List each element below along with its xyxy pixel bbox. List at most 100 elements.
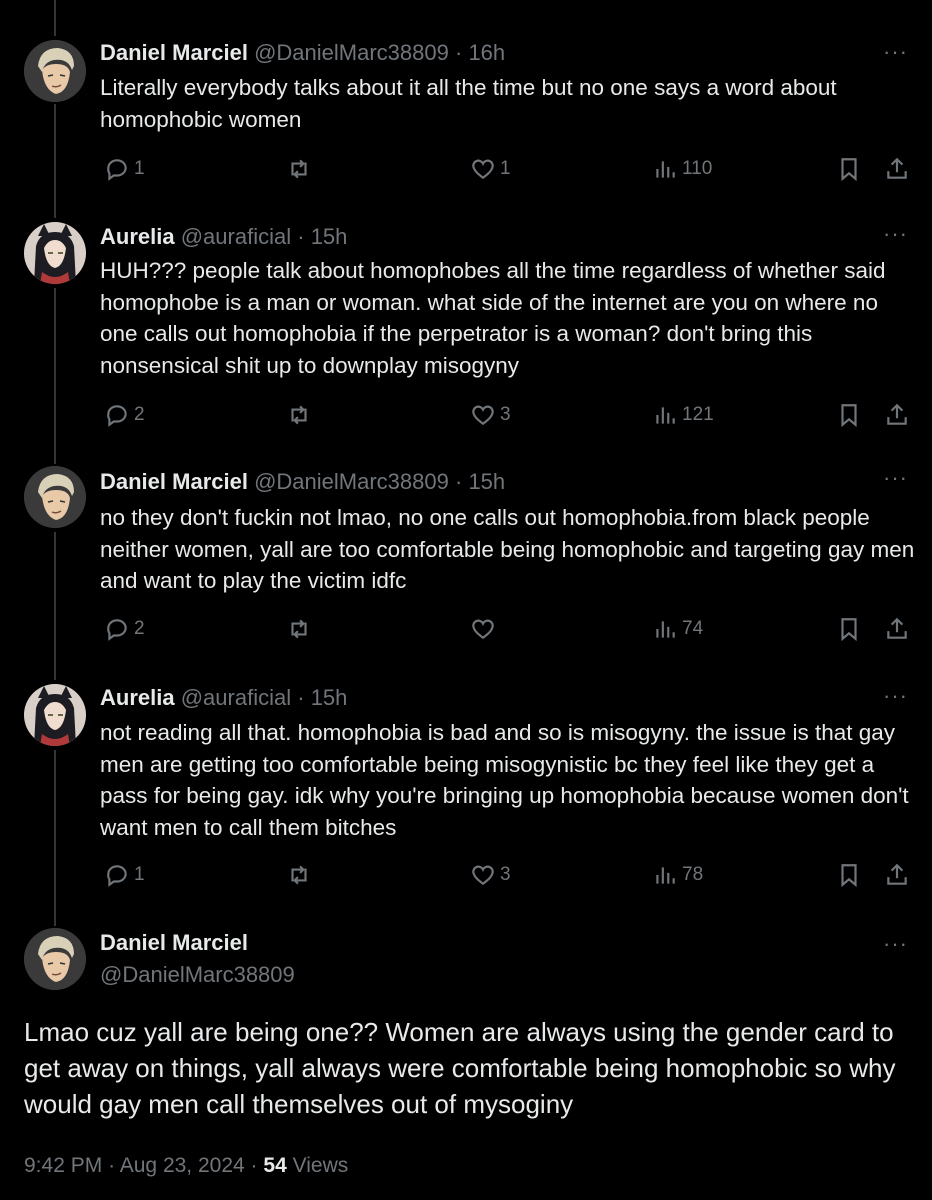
tweet-text: Lmao cuz yall are being one?? Women are … <box>24 1017 896 1119</box>
share-icon <box>887 157 907 179</box>
like-button[interactable]: 3 <box>470 402 511 428</box>
views-icon <box>656 867 675 884</box>
share-button[interactable] <box>884 616 910 642</box>
reply-button[interactable]: 2 <box>104 402 145 428</box>
like-icon <box>472 405 494 425</box>
views-button[interactable]: 74 <box>652 616 703 642</box>
separator: · <box>297 224 305 249</box>
more-icon[interactable]: ··· <box>883 933 908 955</box>
reply-count: 2 <box>134 404 145 425</box>
avatar[interactable] <box>24 684 86 746</box>
timestamp[interactable]: 15h <box>468 469 505 494</box>
tweet-header: Aurelia @auraficial · 15h <box>100 223 347 251</box>
author-name[interactable]: Aurelia <box>100 224 175 249</box>
views-count: 78 <box>682 864 704 885</box>
like-button[interactable]: 1 <box>470 156 511 182</box>
views-button[interactable]: 110 <box>652 156 712 182</box>
thread-line-4 <box>54 750 56 926</box>
timestamp[interactable]: 15h <box>311 224 348 249</box>
bookmark-button[interactable] <box>836 616 862 642</box>
separator: · <box>454 469 463 494</box>
share-button[interactable] <box>884 156 910 182</box>
timestamp[interactable]: 16h <box>468 40 505 65</box>
author-handle[interactable]: @auraficial <box>181 685 291 710</box>
avatar[interactable] <box>24 466 86 528</box>
reply-icon <box>107 405 127 427</box>
bookmark-button[interactable] <box>836 862 862 888</box>
like-count: 3 <box>500 864 511 885</box>
tweet-text: not reading all that. homophobia is bad … <box>100 720 909 840</box>
author-name[interactable]: Aurelia <box>100 685 175 710</box>
views-icon <box>656 621 675 638</box>
reply-count: 1 <box>134 864 145 885</box>
more-icon[interactable]: ··· <box>883 467 908 489</box>
conversation-thread: Daniel Marciel @DanielMarc38809 · 16h ··… <box>0 0 932 1200</box>
like-button[interactable] <box>470 616 500 642</box>
separator: · <box>108 1154 116 1177</box>
share-button[interactable] <box>884 402 910 428</box>
like-button[interactable]: 3 <box>470 862 511 888</box>
share-icon <box>887 617 907 639</box>
views-count: 110 <box>682 158 713 179</box>
reply-button[interactable]: 1 <box>104 862 145 888</box>
retweet-icon <box>291 159 307 179</box>
views-icon <box>656 161 675 178</box>
author-handle[interactable]: @DanielMarc38809 <box>100 962 295 988</box>
author-handle[interactable]: @DanielMarc38809 <box>254 469 449 494</box>
reply-icon <box>107 619 127 641</box>
avatar[interactable] <box>24 40 86 102</box>
author-name[interactable]: Daniel Marciel <box>100 40 248 65</box>
share-button[interactable] <box>884 862 910 888</box>
views-icon <box>656 407 675 424</box>
reply-button[interactable]: 2 <box>104 616 145 642</box>
author-handle[interactable]: @DanielMarc38809 <box>254 40 449 65</box>
bookmark-button[interactable] <box>836 156 862 182</box>
thread-line-top <box>54 0 56 36</box>
tweet-header: Daniel Marciel @DanielMarc38809 · 16h <box>100 39 505 67</box>
like-count: 3 <box>500 404 511 425</box>
views-count: 54 <box>263 1154 287 1177</box>
tweet-text: Literally everybody talks about it all t… <box>100 75 837 132</box>
like-icon <box>472 159 494 179</box>
timestamp[interactable]: 15h <box>311 685 348 710</box>
more-icon[interactable]: ··· <box>883 685 908 707</box>
more-icon[interactable]: ··· <box>883 41 908 63</box>
thread-line-2 <box>54 288 56 464</box>
retweet-button[interactable] <box>286 616 316 642</box>
bookmark-icon <box>841 158 857 182</box>
bookmark-icon <box>841 618 857 642</box>
reply-icon <box>107 159 127 181</box>
author-handle[interactable]: @auraficial <box>181 224 291 249</box>
like-count: 1 <box>500 158 511 179</box>
bookmark-icon <box>841 404 857 428</box>
retweet-button[interactable] <box>286 402 316 428</box>
separator: · <box>454 40 463 65</box>
avatar[interactable] <box>24 928 86 990</box>
author-name[interactable]: Daniel Marciel <box>100 930 248 955</box>
more-icon[interactable]: ··· <box>883 223 908 245</box>
separator: · <box>297 685 305 710</box>
views-count: 121 <box>682 404 714 425</box>
reply-count: 2 <box>134 618 145 639</box>
views-label: Views <box>292 1154 349 1177</box>
views-count: 74 <box>682 618 704 639</box>
reply-count: 1 <box>134 158 145 179</box>
retweet-icon <box>291 405 307 425</box>
like-icon <box>472 619 494 639</box>
retweet-button[interactable] <box>286 156 316 182</box>
separator: · <box>250 1154 258 1177</box>
tweet-header: Daniel Marciel @DanielMarc38809 · 15h <box>100 468 505 496</box>
action-bar: 2 74 <box>0 616 932 646</box>
reply-button[interactable]: 1 <box>104 156 145 182</box>
like-icon <box>472 865 494 885</box>
views-button[interactable]: 121 <box>652 402 714 428</box>
avatar[interactable] <box>24 222 86 284</box>
post-date[interactable]: Aug 23, 2024 <box>120 1154 245 1177</box>
post-time[interactable]: 9:42 PM <box>24 1154 102 1177</box>
action-bar: 1 3 78 <box>0 862 932 892</box>
author-name[interactable]: Daniel Marciel <box>100 469 248 494</box>
thread-line-3 <box>54 532 56 680</box>
retweet-button[interactable] <box>286 862 316 888</box>
bookmark-button[interactable] <box>836 402 862 428</box>
views-button[interactable]: 78 <box>652 862 703 888</box>
